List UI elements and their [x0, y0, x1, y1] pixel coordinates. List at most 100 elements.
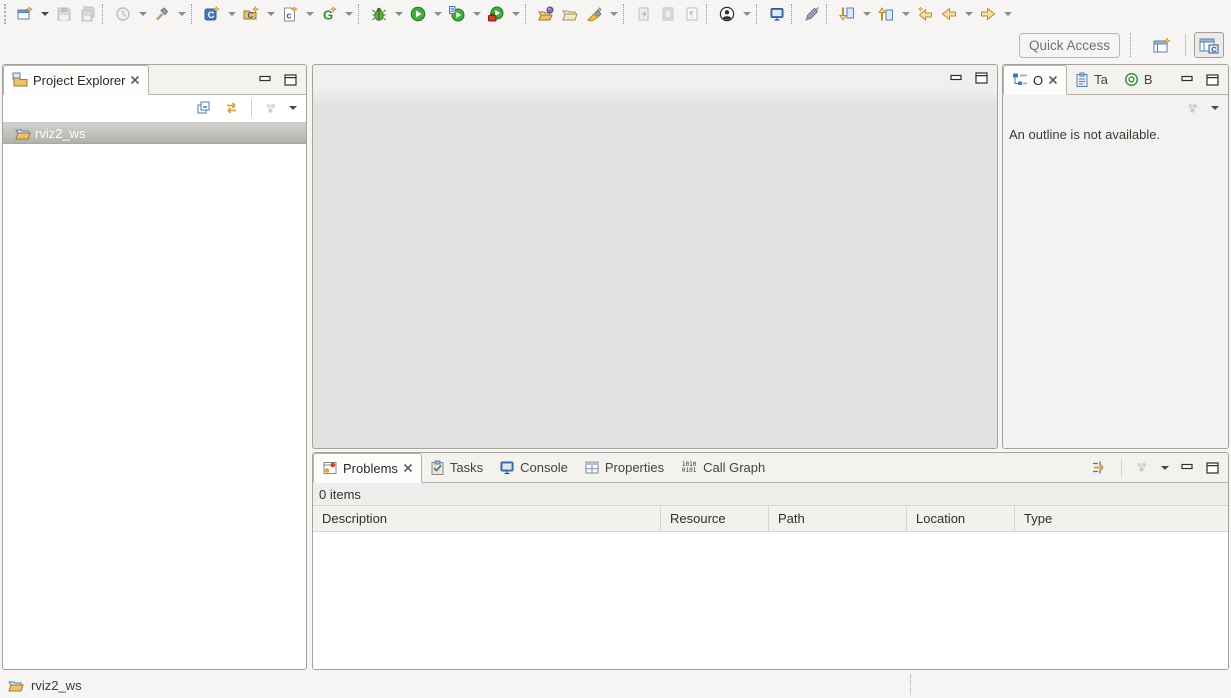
launch-history-button[interactable] — [111, 2, 135, 26]
tab-properties[interactable]: Properties — [576, 453, 672, 482]
status-bar: rviz2_ws — [0, 672, 1231, 698]
highlight-marker-icon — [586, 6, 602, 22]
tab-task-list[interactable]: Ta — [1067, 65, 1116, 94]
tab-tasks[interactable]: Tasks — [422, 453, 491, 482]
coverage-dropdown[interactable] — [469, 2, 484, 26]
next-annotation-dropdown[interactable] — [859, 2, 874, 26]
run-dropdown[interactable] — [430, 2, 445, 26]
minimize-icon[interactable] — [259, 74, 272, 85]
last-edit-location-button[interactable] — [913, 2, 937, 26]
cpp-perspective-button[interactable]: C — [1194, 32, 1224, 58]
close-icon[interactable] — [403, 463, 413, 473]
collapse-all-icon[interactable] — [196, 100, 212, 116]
external-tools-dropdown[interactable] — [508, 2, 523, 26]
open-element-button[interactable] — [534, 2, 558, 26]
new-wizard-dropdown[interactable] — [37, 2, 52, 26]
tab-project-explorer[interactable]: Project Explorer — [3, 65, 149, 95]
user-profile-dropdown[interactable] — [739, 2, 754, 26]
open-perspective-button[interactable] — [1147, 32, 1177, 58]
column-header-location[interactable]: Location — [907, 506, 1015, 531]
compare-doc-button[interactable] — [656, 2, 680, 26]
svg-text:¶: ¶ — [690, 10, 694, 20]
new-generate-dropdown[interactable] — [341, 2, 356, 26]
tab-console[interactable]: Console — [491, 453, 576, 482]
quick-access-button[interactable]: Quick Access — [1019, 33, 1120, 58]
build-button[interactable] — [150, 2, 174, 26]
open-console-button[interactable] — [765, 2, 789, 26]
new-source-file-dropdown[interactable] — [302, 2, 317, 26]
maximize-icon[interactable] — [284, 74, 297, 86]
show-whitespace-button[interactable]: ¶ — [680, 2, 704, 26]
tab-outline[interactable]: O — [1003, 65, 1067, 95]
external-tools-icon — [488, 6, 504, 22]
external-tools-button[interactable] — [484, 2, 508, 26]
forward-button[interactable] — [976, 2, 1000, 26]
link-with-editor-icon[interactable] — [223, 100, 240, 116]
coverage-button[interactable] — [445, 2, 469, 26]
maximize-icon[interactable] — [975, 72, 988, 84]
minimize-icon[interactable] — [1181, 74, 1194, 85]
toolbar-drag-handle[interactable] — [4, 4, 9, 24]
column-header-path[interactable]: Path — [769, 506, 907, 531]
convert-doc-button[interactable] — [632, 2, 656, 26]
outline-icon — [1012, 72, 1028, 88]
view-menu-chevron[interactable] — [1161, 466, 1169, 470]
build-dropdown[interactable] — [174, 2, 189, 26]
tab-label: Ta — [1094, 72, 1108, 87]
forward-dropdown[interactable] — [1000, 2, 1015, 26]
editor-area-panel[interactable] — [312, 64, 998, 449]
maximize-icon[interactable] — [1206, 74, 1219, 86]
new-wizard-button[interactable] — [13, 2, 37, 26]
back-button[interactable] — [937, 2, 961, 26]
console-icon — [499, 460, 515, 475]
back-dropdown[interactable] — [961, 2, 976, 26]
pencil-slash-button[interactable] — [800, 2, 824, 26]
view-menu-chevron[interactable] — [1211, 106, 1219, 110]
tree-item-label: rviz2_ws — [35, 126, 86, 141]
close-icon[interactable] — [130, 75, 140, 85]
view-menu-icon[interactable] — [263, 102, 278, 115]
new-source-file-button[interactable]: c — [278, 2, 302, 26]
group-markers-icon[interactable] — [1091, 459, 1109, 476]
highlight-marker-dropdown[interactable] — [606, 2, 621, 26]
tree-item-rviz2-ws[interactable]: rviz2_ws — [3, 122, 306, 144]
previous-annotation-dropdown[interactable] — [898, 2, 913, 26]
new-source-folder-button[interactable]: C — [239, 2, 263, 26]
launch-history-dropdown[interactable] — [135, 2, 150, 26]
column-header-type[interactable]: Type — [1015, 506, 1228, 531]
save-button[interactable] — [52, 2, 76, 26]
window-buttons — [1181, 65, 1228, 94]
open-resource-button[interactable] — [558, 2, 582, 26]
maximize-icon[interactable] — [1206, 462, 1219, 474]
new-source-folder-dropdown[interactable] — [263, 2, 278, 26]
status-selection-label: rviz2_ws — [31, 678, 82, 693]
svg-text:C: C — [248, 11, 254, 20]
new-class-dropdown[interactable] — [224, 2, 239, 26]
view-menu-icon[interactable] — [1185, 102, 1200, 115]
previous-annotation-button[interactable] — [874, 2, 898, 26]
folder-open-icon — [8, 677, 24, 693]
debug-button[interactable] — [367, 2, 391, 26]
column-header-resource[interactable]: Resource — [661, 506, 769, 531]
toolbar-separator — [1130, 33, 1137, 57]
tab-call-graph[interactable]: 1010 0101 Call Graph — [672, 453, 773, 482]
secondary-toolbar: Quick Access C — [0, 28, 1231, 62]
minimize-icon[interactable] — [1181, 462, 1194, 473]
new-generate-button[interactable]: G — [317, 2, 341, 26]
new-class-button[interactable]: C — [200, 2, 224, 26]
save-all-button[interactable] — [76, 2, 100, 26]
minimize-icon[interactable] — [950, 73, 963, 84]
highlight-marker-button[interactable] — [582, 2, 606, 26]
tab-problems[interactable]: Problems — [313, 453, 422, 483]
view-menu-icon[interactable] — [1134, 461, 1149, 474]
tab-label: Project Explorer — [33, 73, 125, 88]
close-icon[interactable] — [1048, 75, 1058, 85]
user-profile-button[interactable] — [715, 2, 739, 26]
run-button[interactable] — [406, 2, 430, 26]
view-menu-chevron[interactable] — [289, 106, 297, 110]
debug-dropdown[interactable] — [391, 2, 406, 26]
column-header-description[interactable]: Description — [313, 506, 661, 531]
problems-table-body[interactable] — [313, 533, 1228, 669]
next-annotation-button[interactable] — [835, 2, 859, 26]
tab-breakpoints[interactable]: B — [1116, 65, 1161, 94]
